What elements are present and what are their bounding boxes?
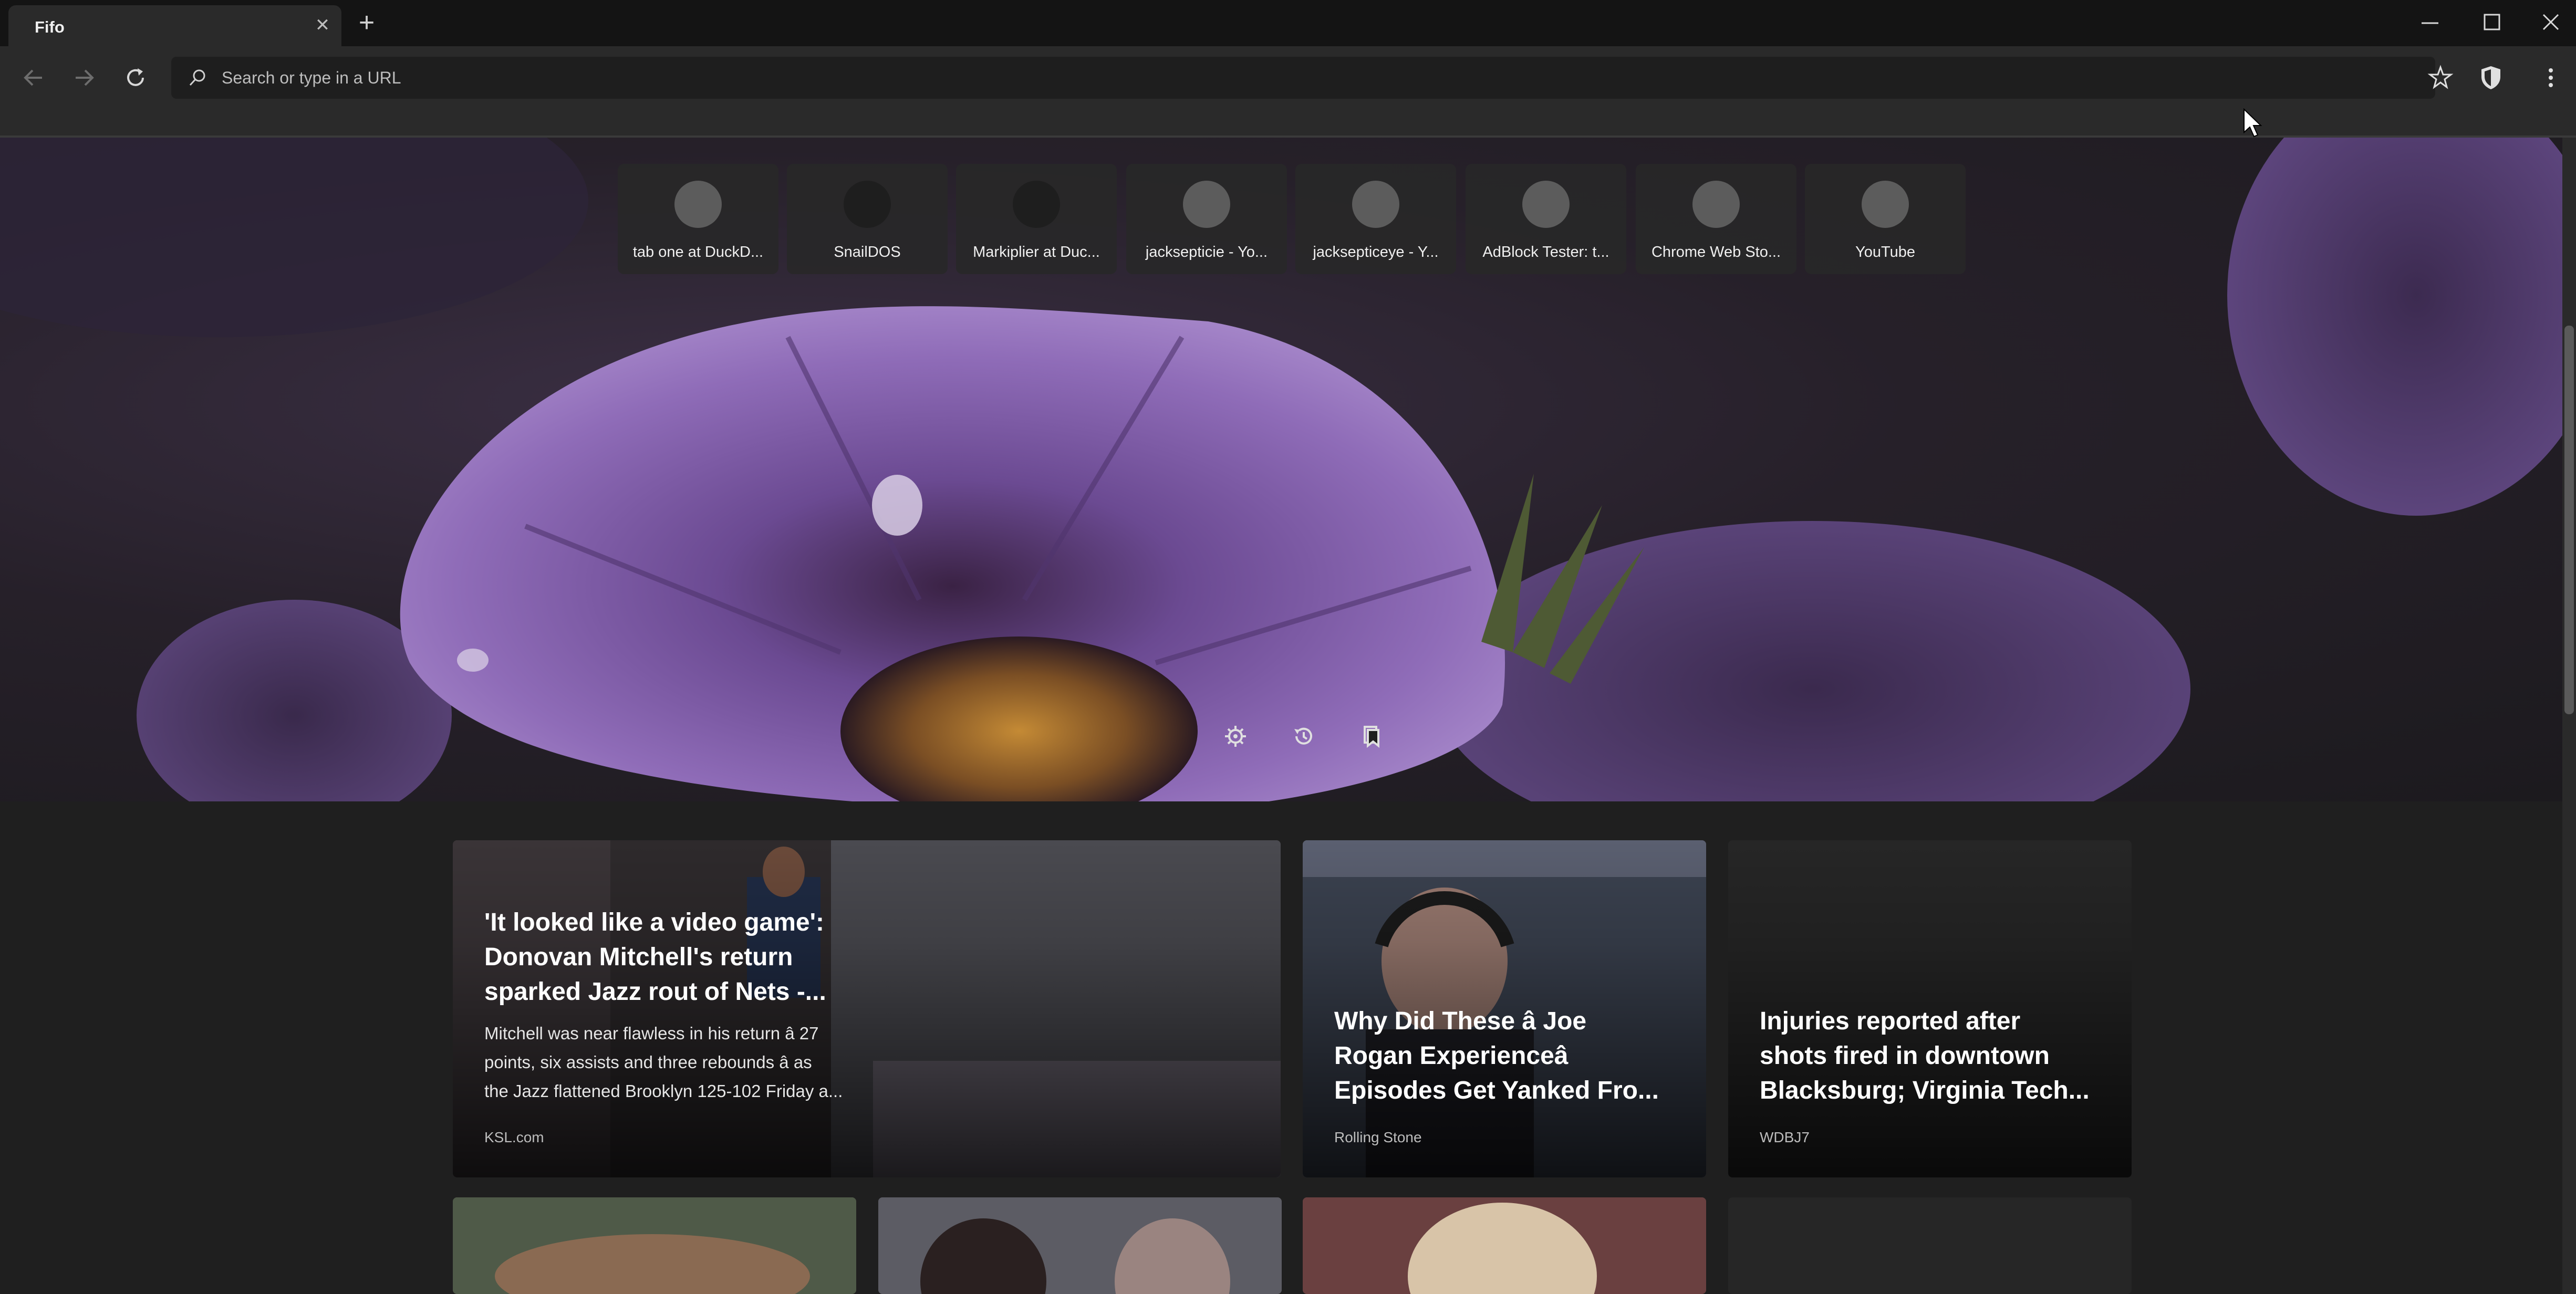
news-title: Injuries reported after shots fired in d… [1760, 1004, 2111, 1108]
news-card[interactable] [453, 1197, 856, 1294]
tab-fifo[interactable]: Fifo ✕ [8, 5, 341, 46]
site-favicon [844, 181, 891, 228]
reload-icon [127, 68, 144, 86]
news-card[interactable] [1303, 1197, 1706, 1294]
tab-title: Fifo [35, 18, 65, 36]
news-title: Why Did These â Joe Rogan Experienceâ Ep… [1334, 1004, 1685, 1108]
news-card[interactable] [1728, 1197, 2132, 1294]
kebab-menu-icon [2549, 68, 2553, 87]
bookmark-star-button[interactable] [2422, 59, 2459, 97]
top-site-label: SnailDOS [834, 244, 901, 260]
top-site-tile[interactable]: YouTube [1805, 164, 1966, 274]
forward-button[interactable] [65, 59, 103, 97]
top-site-label: jacksepticie - Yo... [1145, 244, 1268, 260]
top-site-label: Markiplier at Duc... [973, 244, 1100, 260]
gear-icon[interactable] [1220, 721, 1251, 752]
toolbar [0, 46, 2576, 138]
shield-icon [2481, 66, 2500, 89]
forward-arrow-icon [76, 69, 94, 86]
news-thumbnail [1303, 1197, 1706, 1294]
maximize-button[interactable] [2476, 7, 2508, 39]
top-site-tile[interactable]: AdBlock Tester: t... [1466, 164, 1626, 274]
news-title-line: Blacksburg; Virginia Tech... [1760, 1077, 2090, 1104]
news-title-line: Donovan Mitchell's return [484, 943, 793, 971]
close-icon[interactable]: ✕ [313, 16, 332, 35]
search-icon [189, 69, 205, 86]
menu-button[interactable] [2532, 59, 2570, 97]
news-title: 'It looked like a video game': Donovan M… [484, 905, 1260, 1009]
back-arrow-icon [24, 69, 42, 86]
news-card[interactable] [878, 1197, 1282, 1294]
news-title-line: Injuries reported after [1760, 1007, 2021, 1035]
news-description-line: Mitchell was near flawless in his return… [484, 1024, 819, 1043]
site-favicon [1183, 181, 1230, 228]
news-title-line: shots fired in downtown [1760, 1042, 2050, 1070]
news-title-line: 'It looked like a video game': [484, 909, 825, 936]
extension-shield-button[interactable] [2472, 59, 2510, 97]
new-tab-button[interactable]: + [353, 9, 380, 37]
site-favicon [674, 181, 722, 228]
news-title-line: sparked Jazz rout of Nets -... [484, 978, 826, 1006]
reload-button[interactable] [117, 59, 154, 97]
history-icon[interactable] [1288, 721, 1320, 752]
news-description-line: points, six assists and three rebounds â… [484, 1052, 812, 1072]
search-input[interactable] [222, 57, 2323, 99]
top-site-tile[interactable]: Markiplier at Duc... [956, 164, 1117, 274]
news-source: Rolling Stone [1334, 1129, 1422, 1145]
tab-strip: Fifo ✕ + [0, 0, 2576, 46]
bookmarks-icon[interactable] [1355, 721, 1387, 752]
news-source: KSL.com [484, 1129, 544, 1145]
top-site-tile[interactable]: jacksepticeye - Y... [1295, 164, 1456, 274]
top-site-label: AdBlock Tester: t... [1482, 244, 1609, 260]
news-thumbnail [878, 1197, 1282, 1294]
top-site-label: tab one at DuckD... [632, 244, 764, 260]
news-description: Mitchell was near flawless in his return… [484, 1019, 1249, 1105]
maximize-icon [2484, 14, 2500, 30]
site-favicon [1862, 181, 1909, 228]
top-site-label: Chrome Web Sto... [1651, 244, 1781, 260]
background-wallpaper: tab one at DuckD... SnailDOS Markiplier … [0, 138, 2562, 801]
page-scrollbar[interactable] [2562, 138, 2576, 1294]
close-window-button[interactable] [2535, 7, 2567, 39]
top-site-tile[interactable]: tab one at DuckD... [618, 164, 778, 274]
top-site-tile[interactable]: SnailDOS [787, 164, 948, 274]
top-site-tile[interactable]: jacksepticie - Yo... [1126, 164, 1287, 274]
back-button[interactable] [15, 59, 53, 97]
minimize-icon [2422, 22, 2438, 24]
news-title-line: Rogan Experienceâ [1334, 1042, 1569, 1070]
news-title-line: Why Did These â Joe [1334, 1007, 1587, 1035]
top-site-label: jacksepticeye - Y... [1313, 244, 1439, 260]
omnibox[interactable] [171, 57, 2435, 99]
close-window-icon [2542, 14, 2559, 30]
news-card[interactable]: Why Did These â Joe Rogan Experienceâ Ep… [1303, 840, 1706, 1177]
top-site-label: YouTube [1855, 244, 1915, 260]
news-card[interactable]: Injuries reported after shots fired in d… [1728, 840, 2132, 1177]
site-favicon [1692, 181, 1740, 228]
top-site-tile[interactable]: Chrome Web Sto... [1636, 164, 1796, 274]
news-source: WDBJ7 [1760, 1129, 1810, 1145]
site-favicon [1522, 181, 1570, 228]
site-favicon [1352, 181, 1399, 228]
minimize-button[interactable] [2414, 7, 2446, 39]
news-description-line: the Jazz flattened Brooklyn 125-102 Frid… [484, 1081, 843, 1101]
mouse-cursor-icon [2243, 108, 2262, 138]
scrollbar-thumb[interactable] [2564, 326, 2574, 714]
star-icon [2427, 65, 2454, 89]
news-thumbnail [453, 1197, 856, 1294]
news-title-line: Episodes Get Yanked Fro... [1334, 1077, 1659, 1104]
news-card-featured[interactable]: 'It looked like a video game': Donovan M… [453, 840, 1281, 1177]
site-favicon [1013, 181, 1060, 228]
